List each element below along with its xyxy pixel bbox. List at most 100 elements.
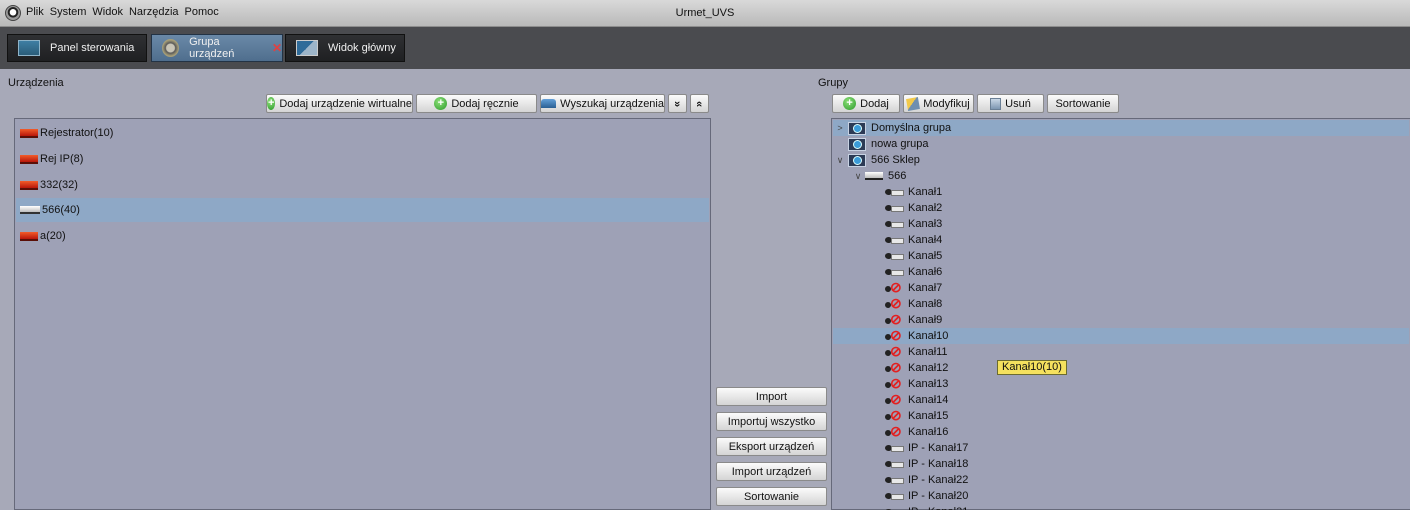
red-dvr-icon xyxy=(20,180,38,190)
tab-bar: Panel sterowania Grupa urządzeń ✕ Widok … xyxy=(0,27,1410,69)
tree-channel-item[interactable]: Kanał3 xyxy=(833,216,1409,232)
device-label: Rej IP(8) xyxy=(40,153,84,165)
delete-group-label: Usuń xyxy=(1005,97,1031,110)
tree-channel-item[interactable]: IP - Kanał20 xyxy=(833,488,1409,504)
tab-label: Panel sterowania xyxy=(50,42,135,54)
red-dvr-icon xyxy=(20,154,38,164)
add-group-label: Dodaj xyxy=(860,97,889,110)
camera-icon xyxy=(885,203,904,213)
tree-channel-item[interactable]: IP - Kanał22 xyxy=(833,472,1409,488)
tree-channel-item[interactable]: Kanał13 xyxy=(833,375,1409,392)
camera-offline-icon xyxy=(885,375,903,391)
tree-item-label: Kanał5 xyxy=(908,250,943,262)
gray-dvr-icon xyxy=(20,206,40,214)
tree-group-item[interactable]: nowa grupa xyxy=(833,136,1409,152)
chevron-up-double-icon: « xyxy=(693,100,706,107)
search-devices-label: Wyszukaj urządzenia xyxy=(560,97,664,110)
tree-item-label: IP - Kanał22 xyxy=(908,474,969,486)
add-manual-button[interactable]: + Dodaj ręcznie xyxy=(416,94,537,113)
tree-item-label: Kanał12 xyxy=(908,362,949,374)
tree-channel-item[interactable]: Kanał15 xyxy=(833,407,1409,424)
tree-channel-item[interactable]: Kanał11 xyxy=(833,343,1409,360)
title-bar: Plik System Widok Narzędzia Pomoc Urmet_… xyxy=(0,0,1410,27)
add-icon: + xyxy=(843,97,857,110)
tree-item-label: IP - Kanał20 xyxy=(908,490,969,502)
tab-control-panel[interactable]: Panel sterowania xyxy=(7,34,147,62)
modify-group-button[interactable]: Modyfikuj xyxy=(903,94,974,113)
tab-device-group[interactable]: Grupa urządzeń ✕ xyxy=(151,34,283,62)
tree-item-label: 566 Sklep xyxy=(871,154,920,166)
export-devices-button[interactable]: Eksport urządzeń xyxy=(716,437,827,456)
device-label: 332(32) xyxy=(40,179,78,191)
chevron-down-icon[interactable]: ∨ xyxy=(853,171,863,182)
modify-group-label: Modyfikuj xyxy=(923,97,970,110)
tree-item-label: nowa grupa xyxy=(871,138,929,150)
tree-channel-item[interactable]: Kanał7 xyxy=(833,279,1409,296)
device-label: a(20) xyxy=(40,230,66,242)
tree-channel-item[interactable]: IP - Kanał17 xyxy=(833,440,1409,456)
tree-channel-item[interactable]: Kanał8 xyxy=(833,295,1409,312)
dvr-icon xyxy=(865,172,883,180)
expand-all-button[interactable]: » xyxy=(668,94,687,113)
tree-channel-item[interactable]: Kanał10 xyxy=(833,327,1409,344)
close-tab-icon[interactable]: ✕ xyxy=(272,41,282,55)
tree-channel-item[interactable]: Kanał4 xyxy=(833,232,1409,248)
devices-title: Urządzenia xyxy=(8,77,64,89)
import-all-button[interactable]: Importuj wszystko xyxy=(716,412,827,431)
import-devices-button[interactable]: Import urządzeń xyxy=(716,462,827,481)
collapse-all-button[interactable]: « xyxy=(690,94,709,113)
device-search-icon xyxy=(541,99,557,108)
tree-device-item[interactable]: ∨ 566 xyxy=(833,168,1409,184)
device-item[interactable]: Rejestrator(10) xyxy=(16,121,709,145)
camera-offline-icon xyxy=(885,311,903,327)
groups-title: Grupy xyxy=(818,77,848,89)
tree-channel-item[interactable]: IP - Kanał18 xyxy=(833,456,1409,472)
device-list[interactable]: Rejestrator(10) Rej IP(8) 332(32) 566(40… xyxy=(14,118,711,510)
tree-channel-item[interactable]: Kanał14 xyxy=(833,391,1409,408)
tree-channel-item[interactable]: Kanał9 xyxy=(833,311,1409,328)
group-icon xyxy=(848,137,866,151)
device-item[interactable]: Rej IP(8) xyxy=(16,147,709,171)
sort-groups-button[interactable]: Sortowanie xyxy=(1047,94,1119,113)
add-group-button[interactable]: + Dodaj xyxy=(832,94,900,113)
add-manual-label: Dodaj ręcznie xyxy=(451,97,519,110)
camera-icon xyxy=(885,267,904,277)
tree-item-label: Kanał16 xyxy=(908,426,949,438)
device-item[interactable]: a(20) xyxy=(16,224,709,248)
tree-item-label: Kanał14 xyxy=(908,394,949,406)
camera-offline-icon xyxy=(885,423,903,439)
import-button[interactable]: Import xyxy=(716,387,827,406)
tree-item-label: Kanał3 xyxy=(908,218,943,230)
chevron-down-icon[interactable]: ∨ xyxy=(835,155,845,166)
tree-item-label: Kanał8 xyxy=(908,298,943,310)
device-item[interactable]: 332(32) xyxy=(16,173,709,197)
tree-item-label: Kanał6 xyxy=(908,266,943,278)
tree-group-item[interactable]: ∨ 566 Sklep xyxy=(833,152,1409,168)
device-item[interactable]: 566(40) xyxy=(16,198,709,222)
tree-channel-item[interactable]: Kanał16 xyxy=(833,423,1409,440)
camera-icon xyxy=(885,459,904,469)
view-icon xyxy=(296,40,318,56)
tree-channel-item[interactable]: Kanał1 xyxy=(833,184,1409,200)
tree-channel-item[interactable]: Kanał5 xyxy=(833,248,1409,264)
sort-devices-button[interactable]: Sortowanie xyxy=(716,487,827,506)
group-tree[interactable]: > Domyślna grupa nowa grupa ∨ 566 Sklep ∨ 566 K… xyxy=(831,118,1410,510)
camera-icon xyxy=(885,251,904,261)
tree-channel-item[interactable]: Kanał6 xyxy=(833,264,1409,280)
tree-channel-item[interactable]: Kanał2 xyxy=(833,200,1409,216)
tab-main-view[interactable]: Widok główny xyxy=(285,34,405,62)
chevron-right-icon[interactable]: > xyxy=(835,123,845,133)
search-devices-button[interactable]: Wyszukaj urządzenia xyxy=(540,94,665,113)
device-label: 566(40) xyxy=(42,204,80,216)
tree-item-label: IP - Kanał18 xyxy=(908,458,969,470)
tree-item-label: Kanał13 xyxy=(908,378,949,390)
tree-group-item[interactable]: > Domyślna grupa xyxy=(833,120,1409,136)
delete-group-button[interactable]: Usuń xyxy=(977,94,1044,113)
camera-offline-icon xyxy=(885,343,903,359)
add-virtual-device-button[interactable]: + Dodaj urządzenie wirtualne xyxy=(266,94,413,113)
tree-channel-item[interactable]: IP - Kanał21 xyxy=(833,504,1409,510)
tree-item-label: IP - Kanał17 xyxy=(908,442,969,454)
tree-channel-item[interactable]: Kanał12 xyxy=(833,359,1409,376)
channel-tooltip: Kanał10(10) xyxy=(997,360,1067,375)
tree-item-label: Kanał11 xyxy=(908,346,948,358)
